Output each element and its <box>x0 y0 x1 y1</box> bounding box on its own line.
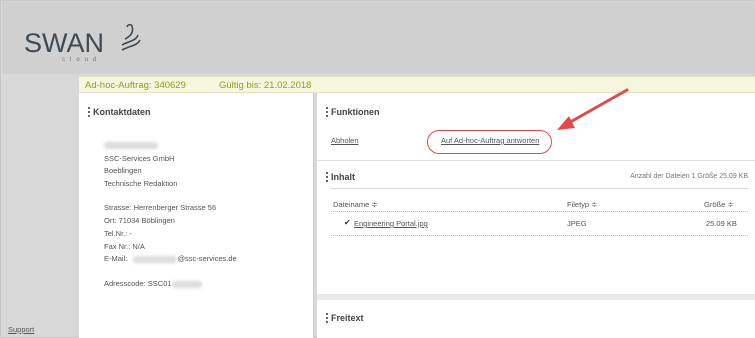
content-title-text: Inhalt <box>331 172 355 182</box>
contact-email: E-Mail: @ssc-services.de <box>104 254 237 263</box>
file-name-link[interactable]: Engineering Portal.jpg <box>354 219 428 228</box>
logo-subtext: cloud <box>62 57 102 63</box>
file-type: JPEG <box>567 219 587 228</box>
detail-panel: Funktionen Abholen Auf Ad-hoc-Auftrag an… <box>317 93 755 338</box>
divider <box>331 211 748 212</box>
contact-tel: Tel.Nr.: - <box>104 229 132 238</box>
annotation-arrow-icon <box>557 88 629 130</box>
col-filetype-header[interactable]: Filetyp ≑ <box>567 200 597 209</box>
order-number: Ad-hoc-Auftrag: 340629 <box>85 80 186 91</box>
divider <box>331 235 748 236</box>
drag-handle-icon <box>326 172 328 182</box>
contact-fax: Fax Nr.: N/A <box>104 242 145 251</box>
swan-cloud-logo[interactable]: SWAN cloud <box>24 24 144 64</box>
contact-panel: Kontaktdaten SSC-Services GmbH Boeblinge… <box>79 93 314 338</box>
divider <box>317 160 755 161</box>
contact-street: Strasse: Herrenberger Strasse 56 <box>104 203 217 212</box>
contact-section-title: Kontaktdaten <box>88 107 151 117</box>
drag-handle-icon <box>88 107 90 117</box>
divider <box>331 188 748 189</box>
contact-company: SSC-Services GmbH <box>104 154 175 163</box>
checkmark-icon: ✔ <box>344 218 351 227</box>
contact-department: Technische Redaktion <box>104 179 178 188</box>
functions-title-text: Funktionen <box>331 107 380 117</box>
content-section-title: Inhalt <box>326 172 355 182</box>
freetext-title-text: Freitext <box>331 313 364 323</box>
table-row[interactable]: ✔ Engineering Portal.jpg JPEG 25.09 KB <box>331 217 748 231</box>
valid-until: Gültig bis: 21.02.2018 <box>219 80 312 91</box>
freetext-section-title: Freitext <box>326 313 364 323</box>
file-size: 25.09 KB <box>706 219 737 228</box>
email-label: E-Mail: <box>104 254 128 263</box>
drag-handle-icon <box>326 313 328 323</box>
contact-address-code: Adresscode: SSC01 <box>104 279 202 288</box>
drag-handle-icon <box>326 107 328 117</box>
pickup-link[interactable]: Abholen <box>331 136 359 145</box>
app-window: SWAN cloud Ad-hoc-Auftrag: 340629 Gültig… <box>0 0 755 338</box>
support-link[interactable]: Support <box>8 325 34 334</box>
section-separator <box>317 294 755 300</box>
col-size-header[interactable]: Größe ≑ <box>704 200 734 209</box>
contact-name-redacted <box>104 140 158 149</box>
contact-title-text: Kontaktdaten <box>93 107 151 117</box>
logo-text: SWAN <box>24 28 104 58</box>
order-info-bar: Ad-hoc-Auftrag: 340629 Gültig bis: 21.02… <box>79 76 755 93</box>
contact-city: Boeblingen <box>104 166 142 175</box>
email-domain: @ssc-services.de <box>177 254 237 263</box>
highlight-oval <box>427 130 552 154</box>
col-filename-header[interactable]: Dateiname ≑ <box>333 200 378 209</box>
header: SWAN cloud <box>2 2 755 74</box>
address-code-text: Adresscode: SSC01 <box>104 279 172 288</box>
functions-section-title: Funktionen <box>326 107 380 117</box>
content-summary: Anzahl der Dateien 1 Größe 25.09 KB <box>630 173 748 180</box>
contact-place: Ort: 71034 Böblingen <box>104 216 175 225</box>
swan-icon <box>121 24 141 51</box>
